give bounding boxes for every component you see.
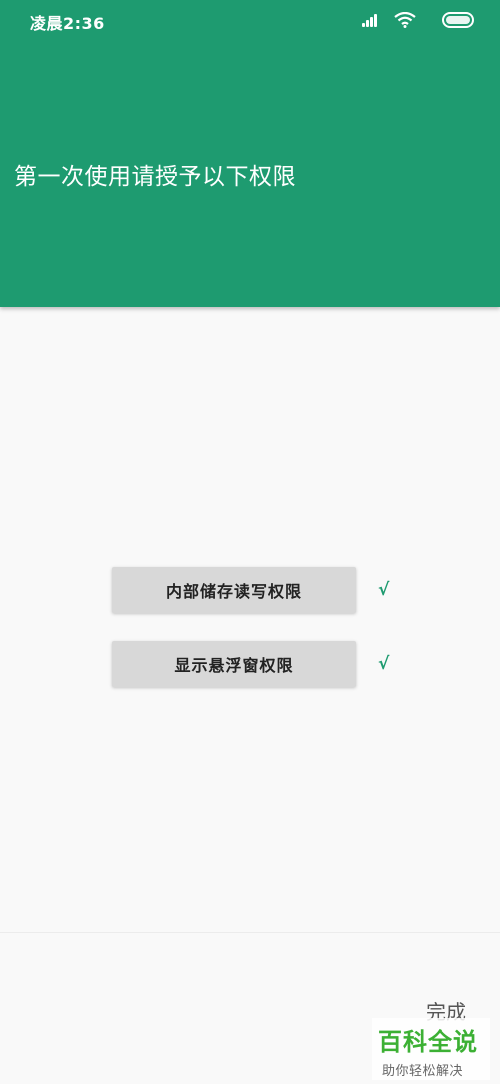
battery-icon — [442, 12, 474, 28]
overlay-permission-button[interactable]: 显示悬浮窗权限 — [112, 641, 356, 687]
wifi-icon — [394, 12, 416, 28]
status-time: 凌晨2:36 — [30, 14, 105, 33]
watermark-title: 百科全说 — [378, 1028, 478, 1056]
footer-divider — [0, 932, 500, 933]
app-header: 凌晨2:36 第一次使用请授予以下权限 — [0, 0, 500, 307]
watermark-subtitle: 助你轻松解决 — [382, 1064, 464, 1079]
watermark: 百科全说 助你轻松解决 — [372, 1018, 490, 1080]
overlay-permission-check-icon: √ — [378, 654, 390, 674]
page-title: 第一次使用请授予以下权限 — [14, 164, 296, 190]
storage-permission-check-icon: √ — [378, 580, 390, 600]
signal-icon — [362, 13, 380, 27]
status-bar: 凌晨2:36 — [0, 0, 500, 36]
storage-permission-button[interactable]: 内部储存读写权限 — [112, 567, 356, 613]
